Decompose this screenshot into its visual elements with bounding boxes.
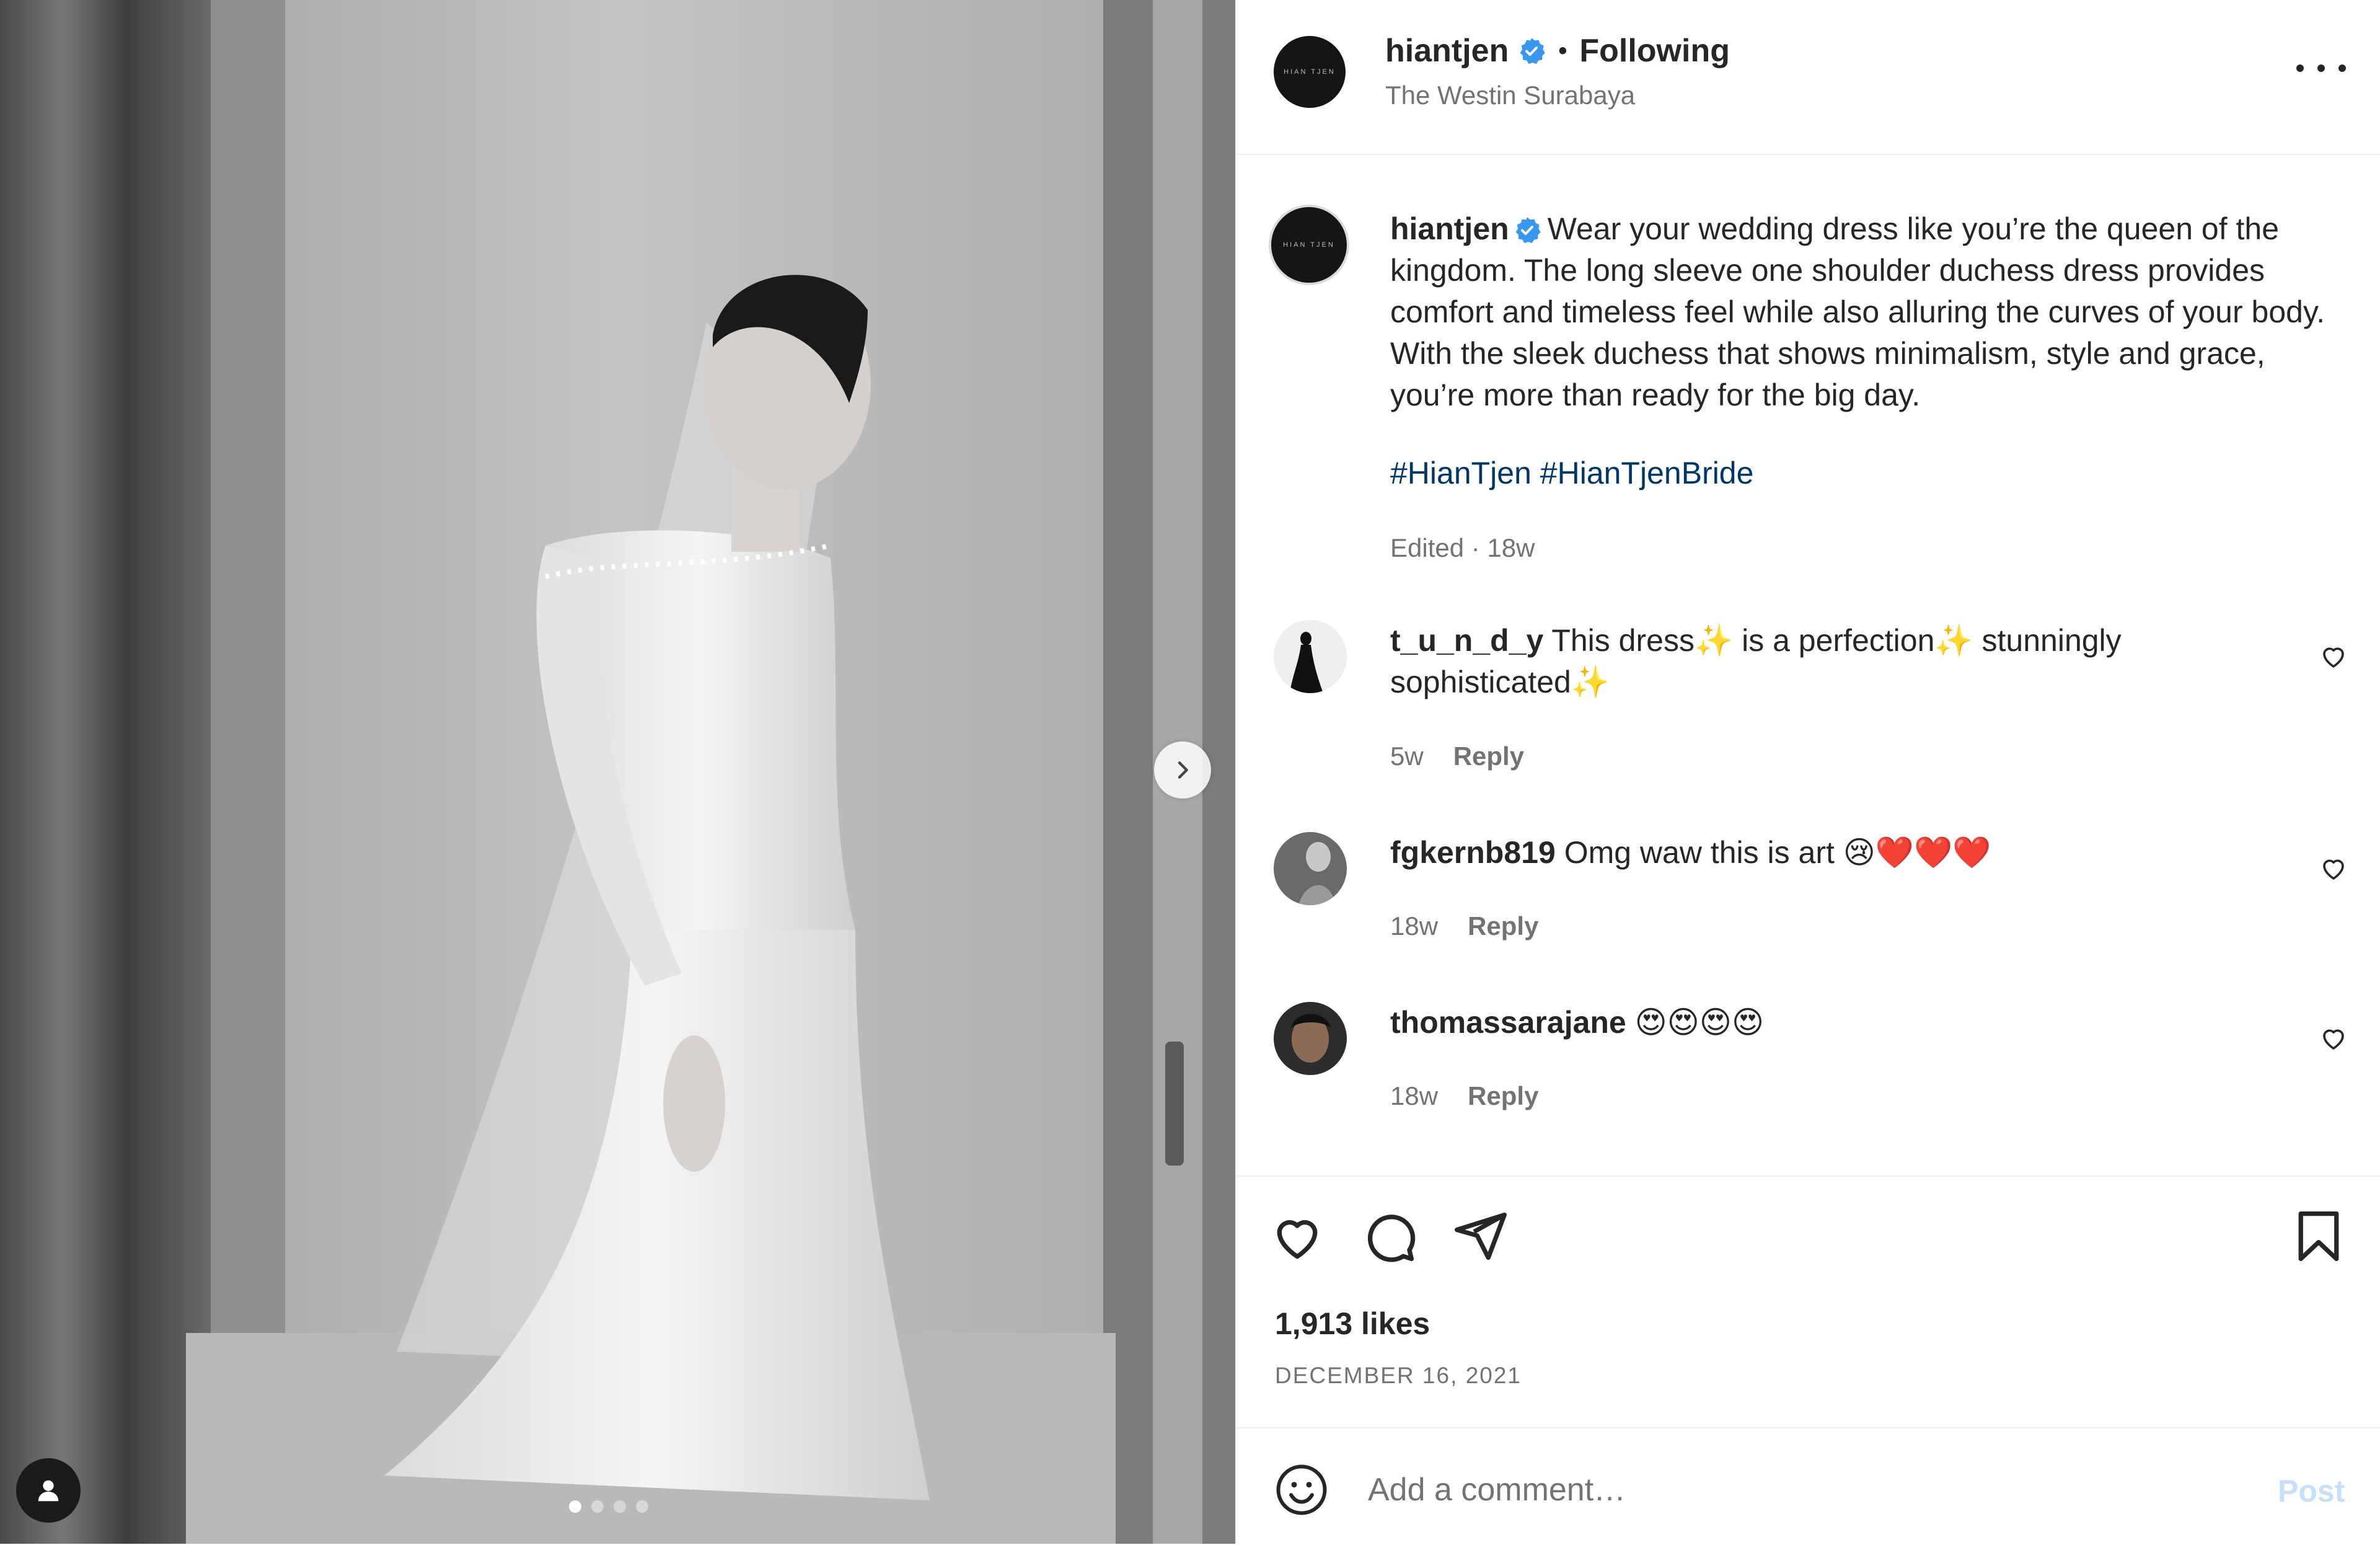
heart-icon[interactable] bbox=[1269, 1208, 1326, 1265]
comment-age: 18w bbox=[1390, 911, 1439, 941]
avatar-image bbox=[1274, 1002, 1347, 1075]
comment-text: thomassarajane 😍😍😍😍 bbox=[1390, 1002, 2258, 1043]
post-photo bbox=[0, 0, 1235, 1544]
heart-icon[interactable] bbox=[2319, 853, 2348, 883]
commenter-avatar[interactable] bbox=[1274, 832, 1347, 905]
instagram-post-view: HIAN TJEN hiantjen • Following The Westi… bbox=[0, 0, 2380, 1544]
comment-meta: 5w Reply bbox=[1390, 742, 1524, 771]
heart-icon[interactable] bbox=[2319, 1023, 2348, 1053]
following-button[interactable]: Following bbox=[1579, 32, 1730, 69]
carousel-indicator bbox=[569, 1500, 648, 1513]
verified-badge-icon bbox=[1515, 217, 1541, 244]
more-options-icon[interactable] bbox=[2296, 56, 2346, 81]
post-header: HIAN TJEN hiantjen • Following The Westi… bbox=[1236, 0, 2380, 155]
heart-icon[interactable] bbox=[2319, 641, 2348, 671]
caption-author-avatar[interactable]: HIAN TJEN bbox=[1269, 205, 1349, 285]
avatar-image bbox=[1274, 832, 1347, 905]
post-date: DECEMBER 16, 2021 bbox=[1275, 1363, 1522, 1388]
author-line: hiantjen • Following bbox=[1385, 32, 1730, 69]
post-actions: 1,913 likes DECEMBER 16, 2021 bbox=[1236, 1175, 2380, 1431]
post-caption: hiantjen Wear your wedding dress like yo… bbox=[1390, 208, 2357, 416]
user-tag-icon bbox=[38, 1480, 59, 1502]
comment-body: 😍😍😍😍 bbox=[1634, 1005, 1765, 1040]
avatar-image bbox=[1274, 620, 1347, 693]
comment-text: fgkernb819 Omg waw this is art 😢❤️❤️❤️ bbox=[1390, 832, 2258, 874]
comment-text: t_u_n_d_y This dress✨ is a perfection✨ s… bbox=[1390, 620, 2258, 703]
post-side-panel: HIAN TJEN hiantjen • Following The Westi… bbox=[1235, 0, 2380, 1544]
user-tag-button[interactable] bbox=[16, 1458, 81, 1523]
next-image-button[interactable] bbox=[1154, 742, 1211, 799]
carousel-dot bbox=[614, 1500, 626, 1513]
comment-composer: Post bbox=[1236, 1427, 2380, 1545]
author-username[interactable]: hiantjen bbox=[1385, 32, 1509, 69]
reply-button[interactable]: Reply bbox=[1453, 742, 1524, 771]
carousel-dot-active bbox=[569, 1500, 581, 1513]
comment-input[interactable] bbox=[1367, 1459, 2175, 1520]
author-avatar[interactable]: HIAN TJEN bbox=[1274, 36, 1346, 108]
brand-logo-text: HIAN TJEN bbox=[1283, 241, 1335, 249]
bookmark-icon[interactable] bbox=[2290, 1208, 2347, 1265]
chevron-right-icon bbox=[1178, 761, 1188, 779]
brand-logo-text: HIAN TJEN bbox=[1284, 68, 1336, 76]
carousel-dot bbox=[636, 1500, 648, 1513]
comment-username[interactable]: thomassarajane bbox=[1390, 1005, 1626, 1040]
comment-username[interactable]: t_u_n_d_y bbox=[1390, 623, 1543, 658]
comment-bubble-icon[interactable] bbox=[1360, 1208, 1417, 1265]
paper-plane-icon[interactable] bbox=[1452, 1208, 1509, 1265]
comment-username[interactable]: fgkernb819 bbox=[1390, 835, 1556, 870]
comment-meta: 18w Reply bbox=[1390, 1081, 1538, 1111]
comment-age: 18w bbox=[1390, 1081, 1439, 1110]
caption-username[interactable]: hiantjen bbox=[1390, 211, 1509, 246]
comment-meta: 18w Reply bbox=[1390, 911, 1538, 941]
separator-dot: • bbox=[1558, 37, 1567, 64]
caption-hashtags[interactable]: #HianTjen #HianTjenBride bbox=[1390, 455, 1753, 491]
caption-edited-time: Edited · 18w bbox=[1390, 533, 1535, 562]
carousel-dot bbox=[591, 1500, 604, 1513]
reply-button[interactable]: Reply bbox=[1468, 911, 1538, 941]
reply-button[interactable]: Reply bbox=[1468, 1081, 1538, 1111]
commenter-avatar[interactable] bbox=[1274, 1002, 1347, 1075]
likes-count[interactable]: 1,913 likes bbox=[1275, 1306, 1430, 1342]
commenter-avatar[interactable] bbox=[1274, 620, 1347, 693]
post-media[interactable] bbox=[0, 0, 1235, 1544]
hashtag-links[interactable]: #HianTjen #HianTjenBride bbox=[1390, 456, 1753, 490]
verified-badge-icon bbox=[1520, 38, 1546, 64]
post-comment-button[interactable]: Post bbox=[2278, 1473, 2345, 1509]
comment-age: 5w bbox=[1390, 742, 1424, 771]
comment-body: Omg waw this is art 😢❤️❤️❤️ bbox=[1564, 835, 1991, 870]
emoji-icon[interactable] bbox=[1274, 1462, 1329, 1518]
post-location[interactable]: The Westin Surabaya bbox=[1385, 81, 1635, 110]
